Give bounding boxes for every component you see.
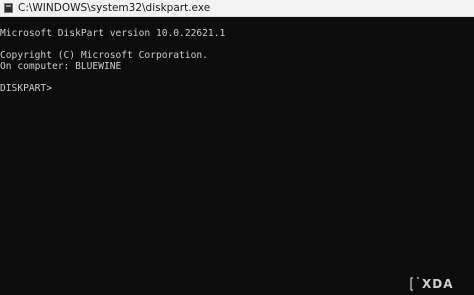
title-bar[interactable]: C:\WINDOWS\system32\diskpart.exe	[0, 0, 474, 17]
computer-name-line: On computer: BLUEWINE	[0, 61, 122, 72]
version-line: Microsoft DiskPart version 10.0.22621.1	[0, 28, 226, 39]
window-title: C:\WINDOWS\system32\diskpart.exe	[18, 2, 211, 14]
console-output-area[interactable]: Microsoft DiskPart version 10.0.22621.1 …	[0, 17, 474, 295]
diskpart-window: C:\WINDOWS\system32\diskpart.exe Microso…	[0, 0, 474, 295]
xda-watermark: XDA	[410, 276, 468, 292]
xda-bracket-icon	[410, 277, 419, 291]
copyright-line: Copyright (C) Microsoft Corporation.	[0, 50, 208, 61]
console-app-icon	[4, 3, 13, 13]
xda-watermark-text: XDA	[422, 277, 454, 291]
diskpart-prompt[interactable]: DISKPART>	[0, 83, 58, 94]
